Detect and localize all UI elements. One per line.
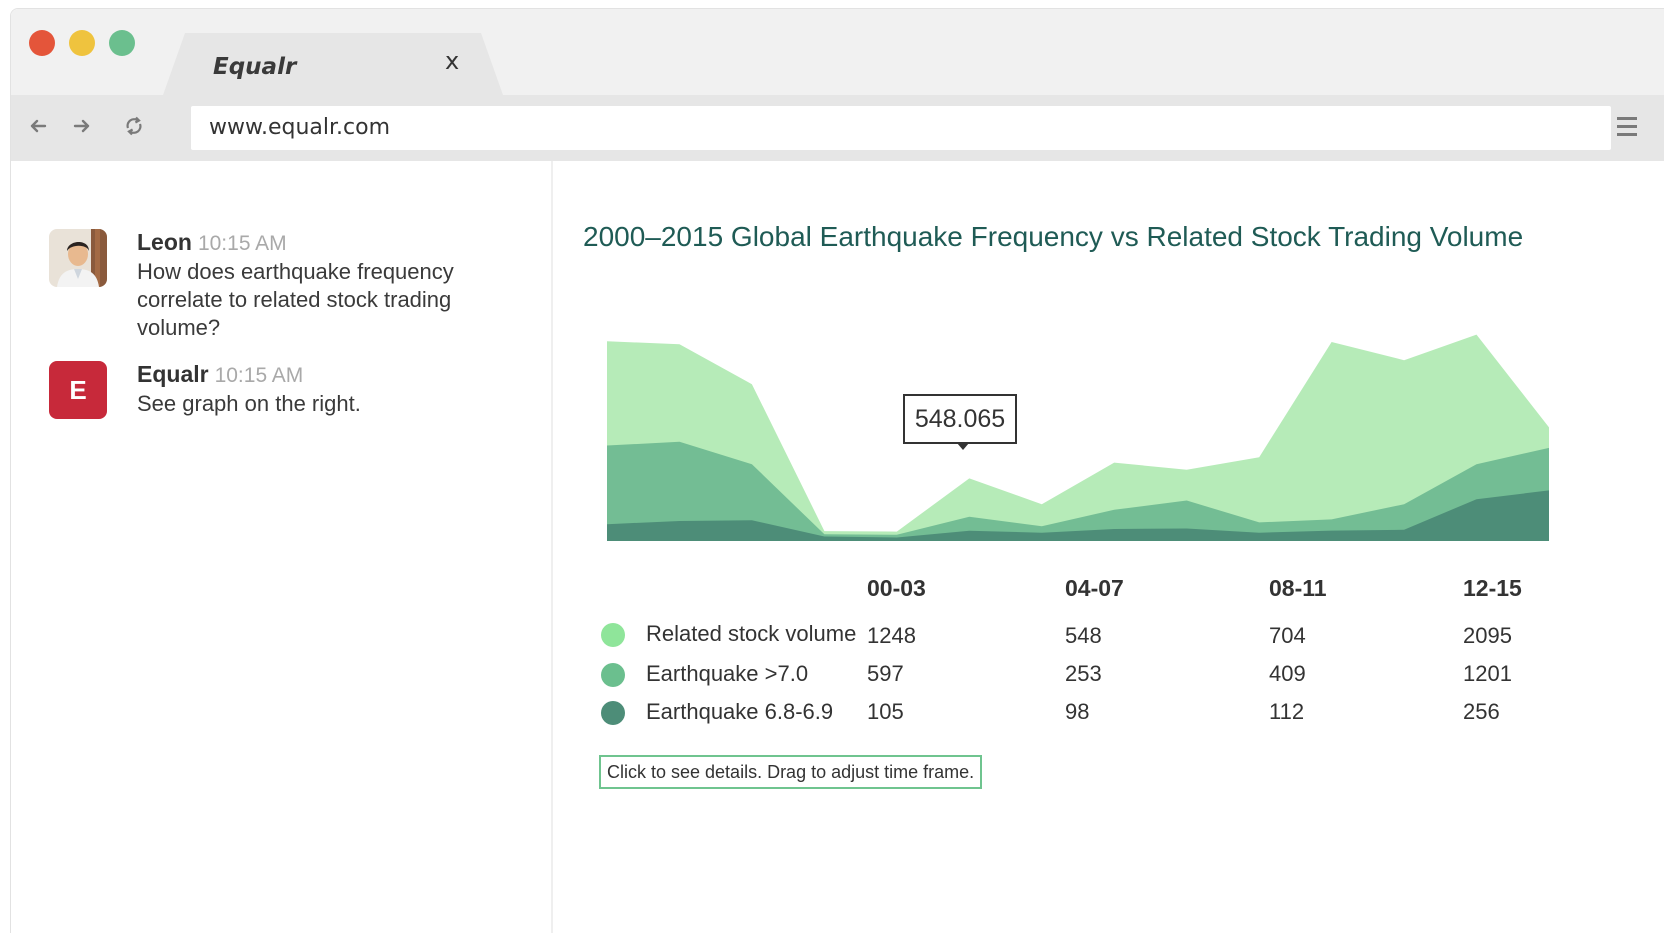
table-cell: 253 — [1065, 661, 1102, 686]
address-bar[interactable]: www.equalr.com — [191, 106, 1611, 150]
arrow-left-icon[interactable] — [21, 109, 55, 143]
message-text: How does earthquake frequency correlate … — [137, 259, 454, 340]
table-cell: 704 — [1269, 623, 1306, 648]
message-author: Leon — [137, 229, 192, 255]
user-avatar — [49, 229, 107, 287]
chart-hint[interactable]: Click to see details. Drag to adjust tim… — [599, 755, 983, 789]
message-text: See graph on the right. — [137, 391, 361, 416]
reload-icon[interactable] — [117, 109, 151, 143]
browser-tab[interactable]: Equalr x — [163, 33, 503, 95]
table-cell: 548 — [1065, 623, 1102, 648]
avatar-letter: E — [69, 374, 87, 405]
close-window-icon[interactable] — [29, 30, 55, 56]
message-body: Leon 10:15 AM How does earthquake frequen… — [137, 229, 507, 342]
message-body: Equalr 10:15 AM See graph on the right. — [137, 361, 507, 418]
chat-panel: Leon 10:15 AM How does earthquake frequen… — [11, 161, 553, 933]
browser-toolbar: www.equalr.com — [11, 95, 1664, 161]
chart-panel: 2000–2015 Global Earthquake Frequency vs… — [553, 161, 1664, 933]
message-time: 10:15 AM — [214, 364, 304, 387]
message-time: 10:15 AM — [197, 232, 287, 255]
column-header: 12-15 — [1463, 575, 1522, 601]
legend-label: Earthquake >7.0 — [646, 661, 809, 686]
title-bar: Equalr x — [11, 9, 1664, 95]
column-header: 04-07 — [1065, 575, 1124, 601]
legend-dot-earthquake-68 — [601, 701, 625, 725]
table-cell: 256 — [1463, 699, 1500, 724]
legend-dot-earthquake-7 — [601, 663, 625, 687]
column-header: 08-11 — [1269, 575, 1327, 601]
tab-close-icon[interactable]: x — [445, 47, 459, 75]
table-cell: 2095 — [1463, 623, 1512, 648]
area-chart[interactable] — [553, 301, 1603, 551]
table-cell: 1248 — [867, 623, 916, 648]
chart-title: 2000–2015 Global Earthquake Frequency vs… — [583, 221, 1524, 252]
table-cell: 409 — [1269, 661, 1306, 686]
maximize-window-icon[interactable] — [109, 30, 135, 56]
message-author: Equalr — [137, 361, 209, 387]
table-cell: 105 — [867, 699, 904, 724]
hamburger-menu-icon[interactable] — [1617, 117, 1637, 137]
column-header: 00-03 — [867, 575, 926, 601]
minimize-window-icon[interactable] — [69, 30, 95, 56]
browser-window: Equalr x www.equalr.com Leon 10:15 AM Ho… — [10, 8, 1664, 933]
arrow-right-icon[interactable] — [65, 109, 99, 143]
bot-avatar: E — [49, 361, 107, 419]
tab-title: Equalr — [213, 54, 297, 80]
table-cell: 1201 — [1463, 661, 1512, 686]
page-content: Leon 10:15 AM How does earthquake frequen… — [11, 161, 1664, 933]
table-cell: 112 — [1269, 699, 1305, 724]
table-cell: 98 — [1065, 699, 1090, 724]
legend-label: Earthquake 6.8-6.9 — [646, 699, 834, 724]
table-cell: 597 — [867, 661, 904, 686]
legend-label: Related stock volume — [646, 621, 857, 646]
chart-tooltip: 548.065 — [903, 394, 1017, 450]
legend-dot-stock-volume — [601, 623, 625, 647]
